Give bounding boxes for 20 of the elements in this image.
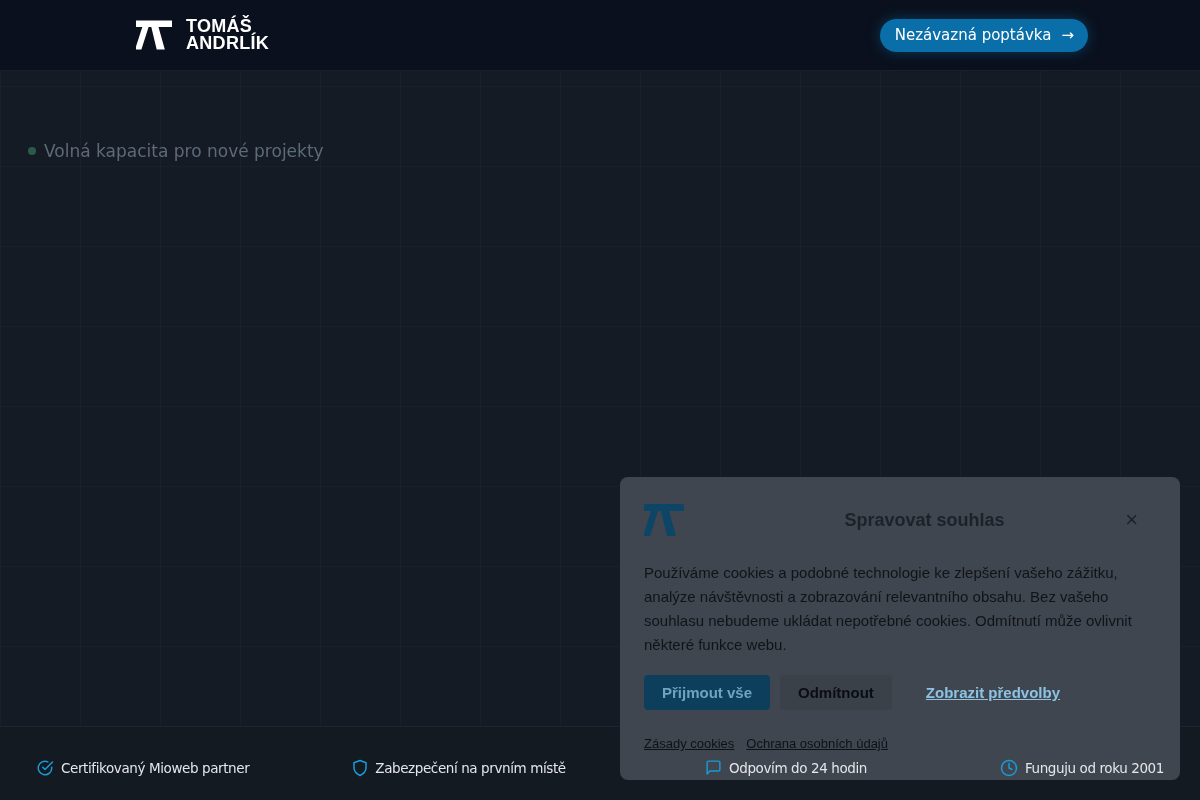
inquiry-button[interactable]: Nezávazná poptávka → [879,18,1088,52]
policy-link[interactable]: Zásady cookies [644,736,735,751]
availability-text: Volná kapacita pro nové projekty [44,141,324,161]
clock-icon [999,758,1018,777]
logo-mark-icon [644,503,684,537]
logo-mark-icon [136,20,172,50]
check-circle-icon [36,758,54,777]
chat-icon [705,759,723,776]
policy-link[interactable]: Ochrana osobních údajů [746,736,888,751]
trust-label: Odpovím do 24 hodin [729,759,867,776]
arrow-icon: → [1061,26,1074,44]
reject-button[interactable]: Odmítnout [780,675,892,710]
accept-all-button[interactable]: Přijmout vše [644,675,771,710]
status-dot [28,147,36,155]
close-button[interactable]: × [1125,509,1156,531]
trust-label: Funguju od roku 2001 [1024,759,1164,776]
trust-label: Certifikovaný Mioweb partner [61,759,250,776]
preferences-link[interactable]: Zobrazit předvolby [907,675,1079,710]
trust-label: Zabezpečení na prvním místě [375,759,566,776]
shield-icon [352,758,369,777]
